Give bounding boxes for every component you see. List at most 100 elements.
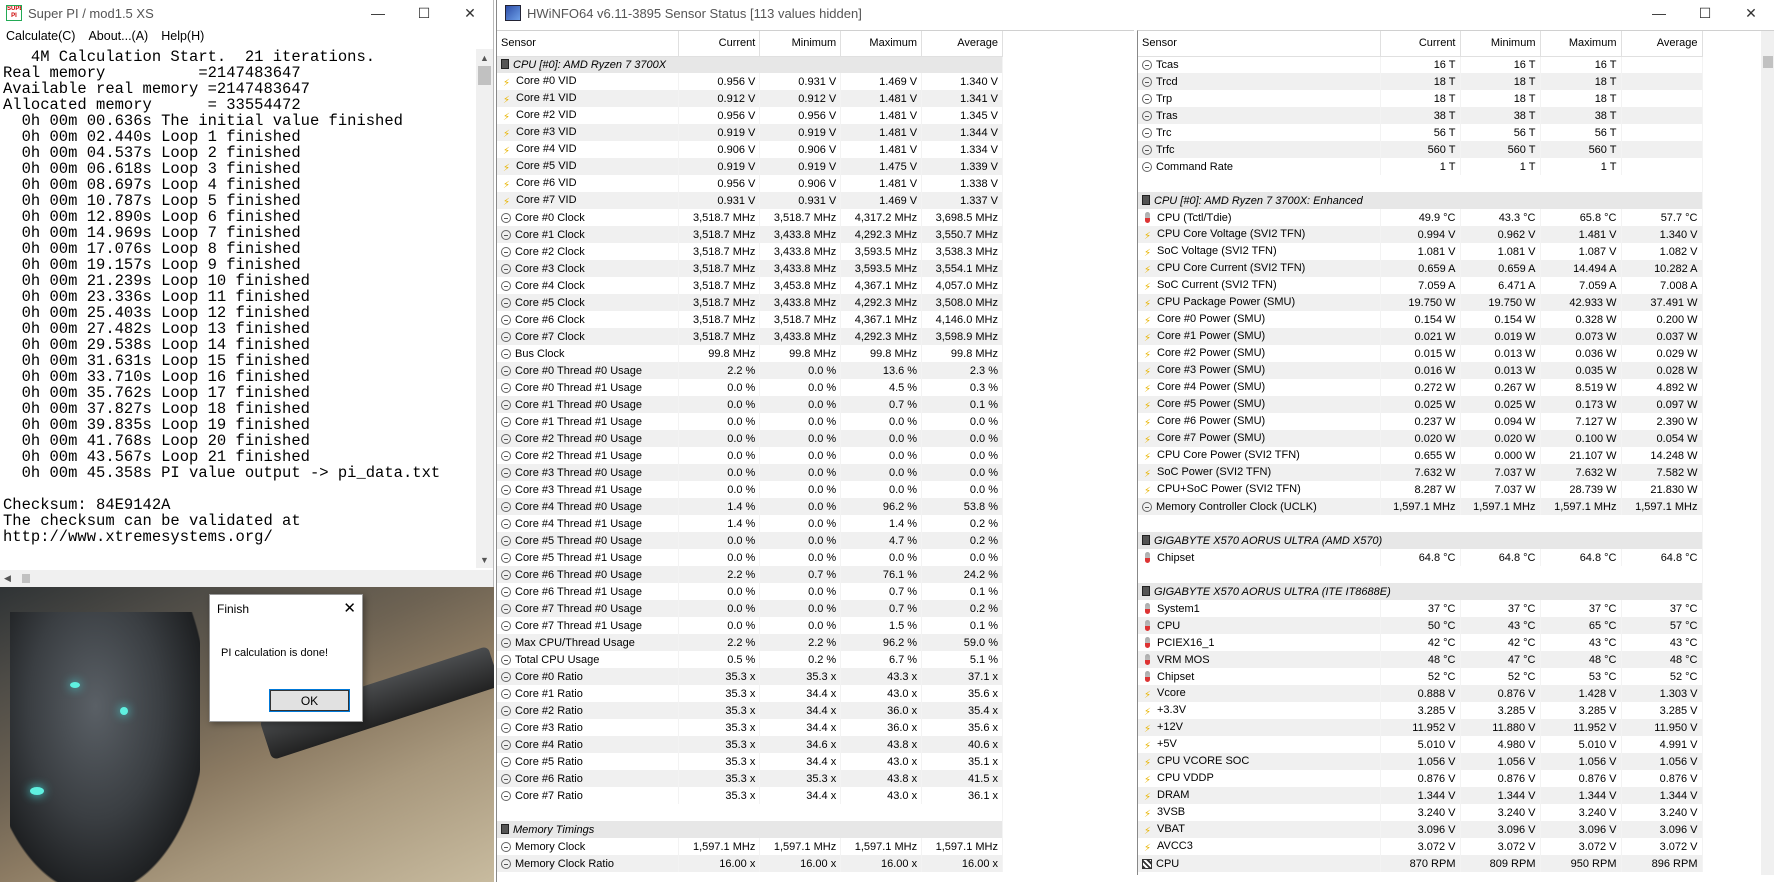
hwinfo-maximize-button[interactable]: ☐ xyxy=(1682,0,1728,26)
sensor-row[interactable]: Core #4 Thread #1 Usage 1.4 % 0.0 % 1.4 % 0.… xyxy=(497,515,1003,532)
sensor-row[interactable]: ⚡ DRAM 1.344 V 1.344 V 1.344 V 1.344 V xyxy=(1138,787,1703,804)
dialog-close-icon[interactable]: ✕ xyxy=(343,599,356,617)
sensor-row[interactable]: Core #4 Thread #0 Usage 1.4 % 0.0 % 96.2 % 5… xyxy=(497,498,1003,515)
sensor-row[interactable]: ⚡ Core #6 VID 0.956 V 0.906 V 1.481 V 1.338 V xyxy=(497,175,1003,192)
sensor-row[interactable]: ⚡ CPU Package Power (SMU) 19.750 W 19.750 W… xyxy=(1138,294,1703,311)
sensor-row[interactable]: Core #2 Thread #0 Usage 0.0 % 0.0 % 0.0 % 0.… xyxy=(497,430,1003,447)
h-scroll-thumb[interactable] xyxy=(22,574,30,583)
sensor-row[interactable]: ⚡ Core #1 Power (SMU) 0.021 W 0.019 W 0.073 … xyxy=(1138,328,1703,345)
sensor-row[interactable]: Tcas 16 T 16 T 16 T xyxy=(1138,56,1703,73)
sensor-scroll-thumb[interactable] xyxy=(1763,56,1773,68)
sensor-row[interactable]: Core #6 Clock 3,518.7 MHz 3,518.7 MHz 4,367… xyxy=(497,311,1003,328)
col-header-average[interactable]: Average xyxy=(921,31,1003,57)
sensor-row[interactable]: ⚡ Core #4 Power (SMU) 0.272 W 0.267 W 8.519 … xyxy=(1138,379,1703,396)
sensor-row[interactable]: Core #4 Clock 3,518.7 MHz 3,453.8 MHz 4,367… xyxy=(497,277,1003,294)
sensor-row[interactable]: Core #1 Ratio 35.3 x 34.4 x 43.0 x 35.6 x xyxy=(497,685,1003,702)
sensor-row[interactable]: Trp 18 T 18 T 18 T xyxy=(1138,90,1703,107)
sensor-row[interactable]: Chipset 64.8 °C 64.8 °C 64.8 °C 64.8 °C xyxy=(1138,549,1703,566)
sensor-row[interactable]: Core #3 Ratio 35.3 x 34.4 x 36.0 x 35.6 x xyxy=(497,719,1003,736)
sensor-row[interactable]: Total CPU Usage 0.5 % 0.2 % 6.7 % 5.1 % xyxy=(497,651,1003,668)
sensor-row[interactable]: Tras 38 T 38 T 38 T xyxy=(1138,107,1703,124)
col-header-sensor[interactable]: Sensor xyxy=(497,31,680,57)
col-header-sensor[interactable]: Sensor xyxy=(1138,31,1381,57)
sensor-row[interactable]: Core #5 Thread #0 Usage 0.0 % 0.0 % 4.7 % 0.… xyxy=(497,532,1003,549)
sensor-row[interactable]: Core #2 Clock 3,518.7 MHz 3,433.8 MHz 3,593… xyxy=(497,243,1003,260)
sensor-row[interactable]: ⚡ Core #2 VID 0.956 V 0.956 V 1.481 V 1.345 V xyxy=(497,107,1003,124)
sensor-row[interactable]: Core #3 Clock 3,518.7 MHz 3,433.8 MHz 3,593… xyxy=(497,260,1003,277)
col-header-average[interactable]: Average xyxy=(1621,31,1703,57)
sensor-row[interactable]: CPU (Tctl/Tdie) 49.9 °C 43.3 °C 65.8 °C 57.7… xyxy=(1138,209,1703,226)
sensor-row[interactable]: Memory Clock 1,597.1 MHz 1,597.1 MHz 1,597.… xyxy=(497,838,1003,855)
sensor-group-header[interactable]: Memory Timings xyxy=(497,821,1003,838)
sensor-row[interactable]: ⚡ Core #5 Power (SMU) 0.025 W 0.025 W 0.173 … xyxy=(1138,396,1703,413)
superpi-close-button[interactable]: ✕ xyxy=(447,0,493,26)
menu-help[interactable]: Help(H) xyxy=(155,29,211,43)
sensor-row[interactable]: ⚡ CPU Core Current (SVI2 TFN) 0.659 A 0.659… xyxy=(1138,260,1703,277)
sensor-row[interactable]: ⚡ 3VSB 3.240 V 3.240 V 3.240 V 3.240 V xyxy=(1138,804,1703,821)
sensor-row[interactable]: Core #7 Clock 3,518.7 MHz 3,433.8 MHz 4,292… xyxy=(497,328,1003,345)
sensor-row[interactable]: ⚡ Core #6 Power (SMU) 0.237 W 0.094 W 7.127 … xyxy=(1138,413,1703,430)
sensor-row[interactable]: Core #6 Thread #1 Usage 0.0 % 0.0 % 0.7 % 0.… xyxy=(497,583,1003,600)
sensor-row[interactable]: ⚡ Core #3 VID 0.919 V 0.919 V 1.481 V 1.344 V xyxy=(497,124,1003,141)
sensor-row[interactable]: Core #0 Thread #1 Usage 0.0 % 0.0 % 4.5 % 0.… xyxy=(497,379,1003,396)
sensor-group-header[interactable]: CPU [#0]: AMD Ryzen 7 3700X xyxy=(497,56,1003,73)
sensor-row[interactable]: ⚡ CPU VDDP 0.876 V 0.876 V 0.876 V 0.876 V xyxy=(1138,770,1703,787)
sensor-row[interactable]: Core #1 Thread #1 Usage 0.0 % 0.0 % 0.0 % 0.… xyxy=(497,413,1003,430)
hwinfo-minimize-button[interactable]: — xyxy=(1636,0,1682,26)
menu-calculate[interactable]: Calculate(C) xyxy=(0,29,82,43)
sensor-row[interactable]: ⚡ +12V 11.952 V 11.880 V 11.952 V 11.950 V xyxy=(1138,719,1703,736)
sensor-row[interactable]: Core #3 Thread #0 Usage 0.0 % 0.0 % 0.0 % 0.… xyxy=(497,464,1003,481)
sensor-row[interactable]: Core #2 Thread #1 Usage 0.0 % 0.0 % 0.0 % 0.… xyxy=(497,447,1003,464)
sensor-row[interactable]: ⚡ Core #7 Power (SMU) 0.020 W 0.020 W 0.100 … xyxy=(1138,430,1703,447)
scroll-thumb[interactable] xyxy=(478,66,491,85)
log-horizontal-scrollbar[interactable]: ◀ xyxy=(0,570,493,587)
sensor-row[interactable]: Trfc 560 T 560 T 560 T xyxy=(1138,141,1703,158)
sensor-row[interactable]: Core #6 Ratio 35.3 x 35.3 x 43.8 x 41.5 x xyxy=(497,770,1003,787)
sensor-row[interactable]: Core #7 Thread #0 Usage 0.0 % 0.0 % 0.7 % 0.… xyxy=(497,600,1003,617)
sensor-row[interactable]: ⚡ Core #2 Power (SMU) 0.015 W 0.013 W 0.036 … xyxy=(1138,345,1703,362)
sensor-row[interactable]: Max CPU/Thread Usage 2.2 % 2.2 % 96.2 % 59.0… xyxy=(497,634,1003,651)
sensor-row[interactable]: CPU 50 °C 43 °C 65 °C 57 °C xyxy=(1138,617,1703,634)
sensor-row[interactable]: Core #7 Thread #1 Usage 0.0 % 0.0 % 1.5 % 0.… xyxy=(497,617,1003,634)
hwinfo-close-button[interactable]: ✕ xyxy=(1728,0,1774,26)
sensor-row[interactable]: CPU 870 RPM 809 RPM 950 RPM 896 RPM xyxy=(1138,855,1703,872)
sensor-group-header[interactable]: GIGABYTE X570 AORUS ULTRA (ITE IT8688E) xyxy=(1138,583,1703,600)
sensor-row[interactable]: Core #5 Thread #1 Usage 0.0 % 0.0 % 0.0 % 0.… xyxy=(497,549,1003,566)
sensor-row[interactable]: ⚡ VBAT 3.096 V 3.096 V 3.096 V 3.096 V xyxy=(1138,821,1703,838)
sensor-row[interactable]: ⚡ Core #3 Power (SMU) 0.016 W 0.013 W 0.035 … xyxy=(1138,362,1703,379)
superpi-minimize-button[interactable]: — xyxy=(355,0,401,26)
sensor-row[interactable]: Core #5 Clock 3,518.7 MHz 3,433.8 MHz 4,292… xyxy=(497,294,1003,311)
scroll-up-arrow-icon[interactable]: ▲ xyxy=(476,49,493,66)
sensor-row[interactable]: ⚡ CPU Core Power (SVI2 TFN) 0.655 W 0.000 W… xyxy=(1138,447,1703,464)
sensor-row[interactable]: Command Rate 1 T1 T1 T xyxy=(1138,158,1703,175)
col-header-minimum[interactable]: Minimum xyxy=(1460,31,1541,57)
sensor-row[interactable]: ⚡ +5V 5.010 V 4.980 V 5.010 V 4.991 V xyxy=(1138,736,1703,753)
sensor-row[interactable]: Core #6 Thread #0 Usage 2.2 % 0.7 % 76.1 % 2… xyxy=(497,566,1003,583)
sensor-row[interactable]: Core #2 Ratio 35.3 x 34.4 x 36.0 x 35.4 x xyxy=(497,702,1003,719)
col-header-current[interactable]: Current xyxy=(678,31,761,57)
superpi-maximize-button[interactable]: ☐ xyxy=(401,0,447,26)
sensor-row[interactable]: Chipset 52 °C 52 °C 53 °C 52 °C xyxy=(1138,668,1703,685)
sensor-row[interactable]: ⚡ Core #7 VID 0.931 V 0.931 V 1.469 V 1.337 V xyxy=(497,192,1003,209)
sensor-row[interactable]: Core #0 Clock 3,518.7 MHz 3,518.7 MHz 4,317… xyxy=(497,209,1003,226)
sensor-row[interactable]: Core #4 Ratio 35.3 x 34.6 x 43.8 x 40.6 x xyxy=(497,736,1003,753)
sensor-row[interactable]: ⚡ CPU Core Voltage (SVI2 TFN) 0.994 V 0.962… xyxy=(1138,226,1703,243)
sensor-row[interactable]: Bus Clock 99.8 MHz 99.8 MHz 99.8 MHz 99.8 MH… xyxy=(497,345,1003,362)
sensor-row[interactable]: ⚡ SoC Voltage (SVI2 TFN) 1.081 V 1.081 V 1.0… xyxy=(1138,243,1703,260)
superpi-titlebar[interactable]: SUPER PI Super PI / mod1.5 XS — ☐ ✕ xyxy=(0,0,493,26)
sensor-row[interactable]: Core #0 Ratio 35.3 x 35.3 x 43.3 x 37.1 x xyxy=(497,668,1003,685)
scroll-left-arrow-icon[interactable]: ◀ xyxy=(4,573,11,584)
sensor-row[interactable]: Core #1 Thread #0 Usage 0.0 % 0.0 % 0.7 % 0.… xyxy=(497,396,1003,413)
sensor-row[interactable]: Core #0 Thread #0 Usage 2.2 % 0.0 % 13.6 % 2… xyxy=(497,362,1003,379)
sensor-row[interactable]: ⚡ Core #1 VID 0.912 V 0.912 V 1.481 V 1.341 V xyxy=(497,90,1003,107)
sensor-group-header[interactable]: GIGABYTE X570 AORUS ULTRA (AMD X570) xyxy=(1138,532,1703,549)
sensor-row[interactable]: Memory Clock Ratio 16.00 x 16.00 x 16.00 x1… xyxy=(497,855,1003,872)
log-vertical-scrollbar[interactable]: ▲ ▼ xyxy=(476,49,493,568)
col-header-minimum[interactable]: Minimum xyxy=(759,31,842,57)
col-header-current[interactable]: Current xyxy=(1380,31,1461,57)
sensor-row[interactable]: Core #7 Ratio 35.3 x 34.4 x 43.0 x 36.1 x xyxy=(497,787,1003,804)
sensor-row[interactable]: VRM MOS 48 °C 47 °C 48 °C 48 °C xyxy=(1138,651,1703,668)
sensor-row[interactable]: ⚡ CPU+SoC Power (SVI2 TFN) 8.287 W 7.037 W2… xyxy=(1138,481,1703,498)
sensor-row[interactable]: ⚡ CPU VCORE SOC 1.056 V 1.056 V 1.056 V 1.056… xyxy=(1138,753,1703,770)
scroll-down-arrow-icon[interactable]: ▼ xyxy=(476,551,493,568)
